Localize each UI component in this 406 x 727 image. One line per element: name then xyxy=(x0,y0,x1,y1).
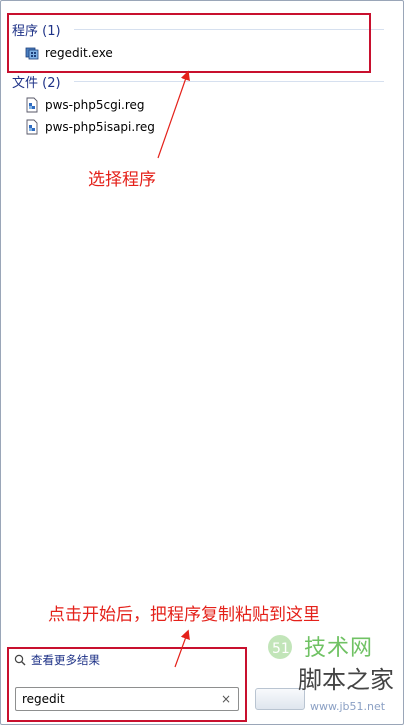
svg-text:51: 51 xyxy=(272,641,290,657)
annotation-box-program xyxy=(7,13,371,73)
files-divider xyxy=(74,81,384,82)
watermark-logo-icon: 51 xyxy=(268,635,292,659)
reg-file-icon xyxy=(26,97,38,113)
search-input-value[interactable]: regedit xyxy=(16,692,218,706)
file-item-php5cgi[interactable]: pws-php5cgi.reg xyxy=(24,96,145,114)
see-more-results-label: 查看更多结果 xyxy=(31,653,100,667)
see-more-results-link[interactable]: 查看更多结果 xyxy=(14,652,100,668)
file-item-label: pws-php5cgi.reg xyxy=(45,98,145,112)
annotation-select-program: 选择程序 xyxy=(88,170,156,190)
reg-file-icon xyxy=(26,119,38,135)
watermark-top-text: 技术网 xyxy=(304,636,374,661)
file-item-label: pws-php5isapi.reg xyxy=(45,120,155,134)
search-icon xyxy=(14,654,26,666)
files-header[interactable]: 文件 (2) xyxy=(12,72,61,91)
watermark-middle-text: 脚本之家 xyxy=(298,666,394,694)
watermark: 51 技术网 脚本之家 www.jb51.net xyxy=(262,630,402,720)
clear-search-icon[interactable]: × xyxy=(218,692,234,706)
file-item-php5isapi[interactable]: pws-php5isapi.reg xyxy=(24,118,155,136)
start-search-input[interactable]: regedit × xyxy=(15,687,239,711)
annotation-paste-instruction: 点击开始后，把程序复制粘贴到这里 xyxy=(48,605,320,625)
watermark-bottom-text: www.jb51.net xyxy=(310,700,386,713)
